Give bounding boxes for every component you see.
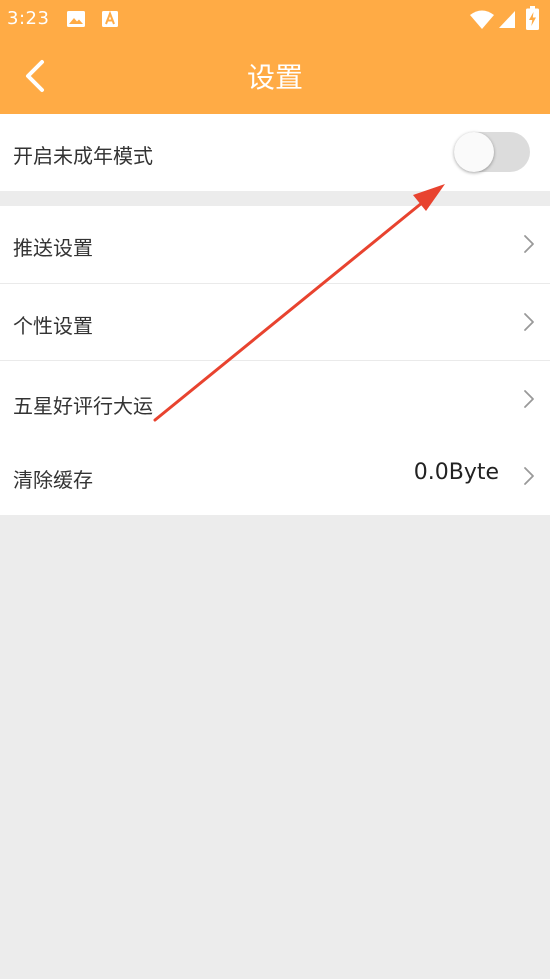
chevron-right-icon [524,313,534,331]
page-title: 设置 [246,61,303,94]
text-notification-icon [102,10,118,27]
minor-mode-toggle[interactable] [452,130,532,176]
settings-row-clear-cache[interactable]: 清除缓存 0.0Byte [0,438,550,515]
chevron-right-icon [524,235,534,253]
battery-charging-icon [526,6,539,30]
push-settings-label: 推送设置 [13,236,93,260]
chevron-right-icon [524,467,534,485]
navigation-bar: 设置 [0,36,550,114]
status-time: 3:23 [7,8,50,29]
chevron-right-icon [524,390,534,408]
clear-cache-label: 清除缓存 [13,468,93,492]
settings-row-personal[interactable]: 个性设置 [0,284,550,360]
image-icon [67,11,85,27]
settings-row-push[interactable]: 推送设置 [0,206,550,283]
settings-row-minor-mode: 开启未成年模式 [0,114,550,191]
settings-row-rating[interactable]: 五星好评行大运 [0,361,550,438]
status-bar: 3:23 [0,0,550,36]
personal-settings-label: 个性设置 [13,314,93,338]
wifi-icon [470,10,494,29]
toggle-thumb [454,132,494,172]
signal-icon [499,11,515,28]
app-header: 3:23 设置 [0,0,550,114]
minor-mode-label: 开启未成年模式 [13,144,153,168]
rating-label: 五星好评行大运 [13,394,153,418]
cache-size-value: 0.0Byte [413,460,499,485]
